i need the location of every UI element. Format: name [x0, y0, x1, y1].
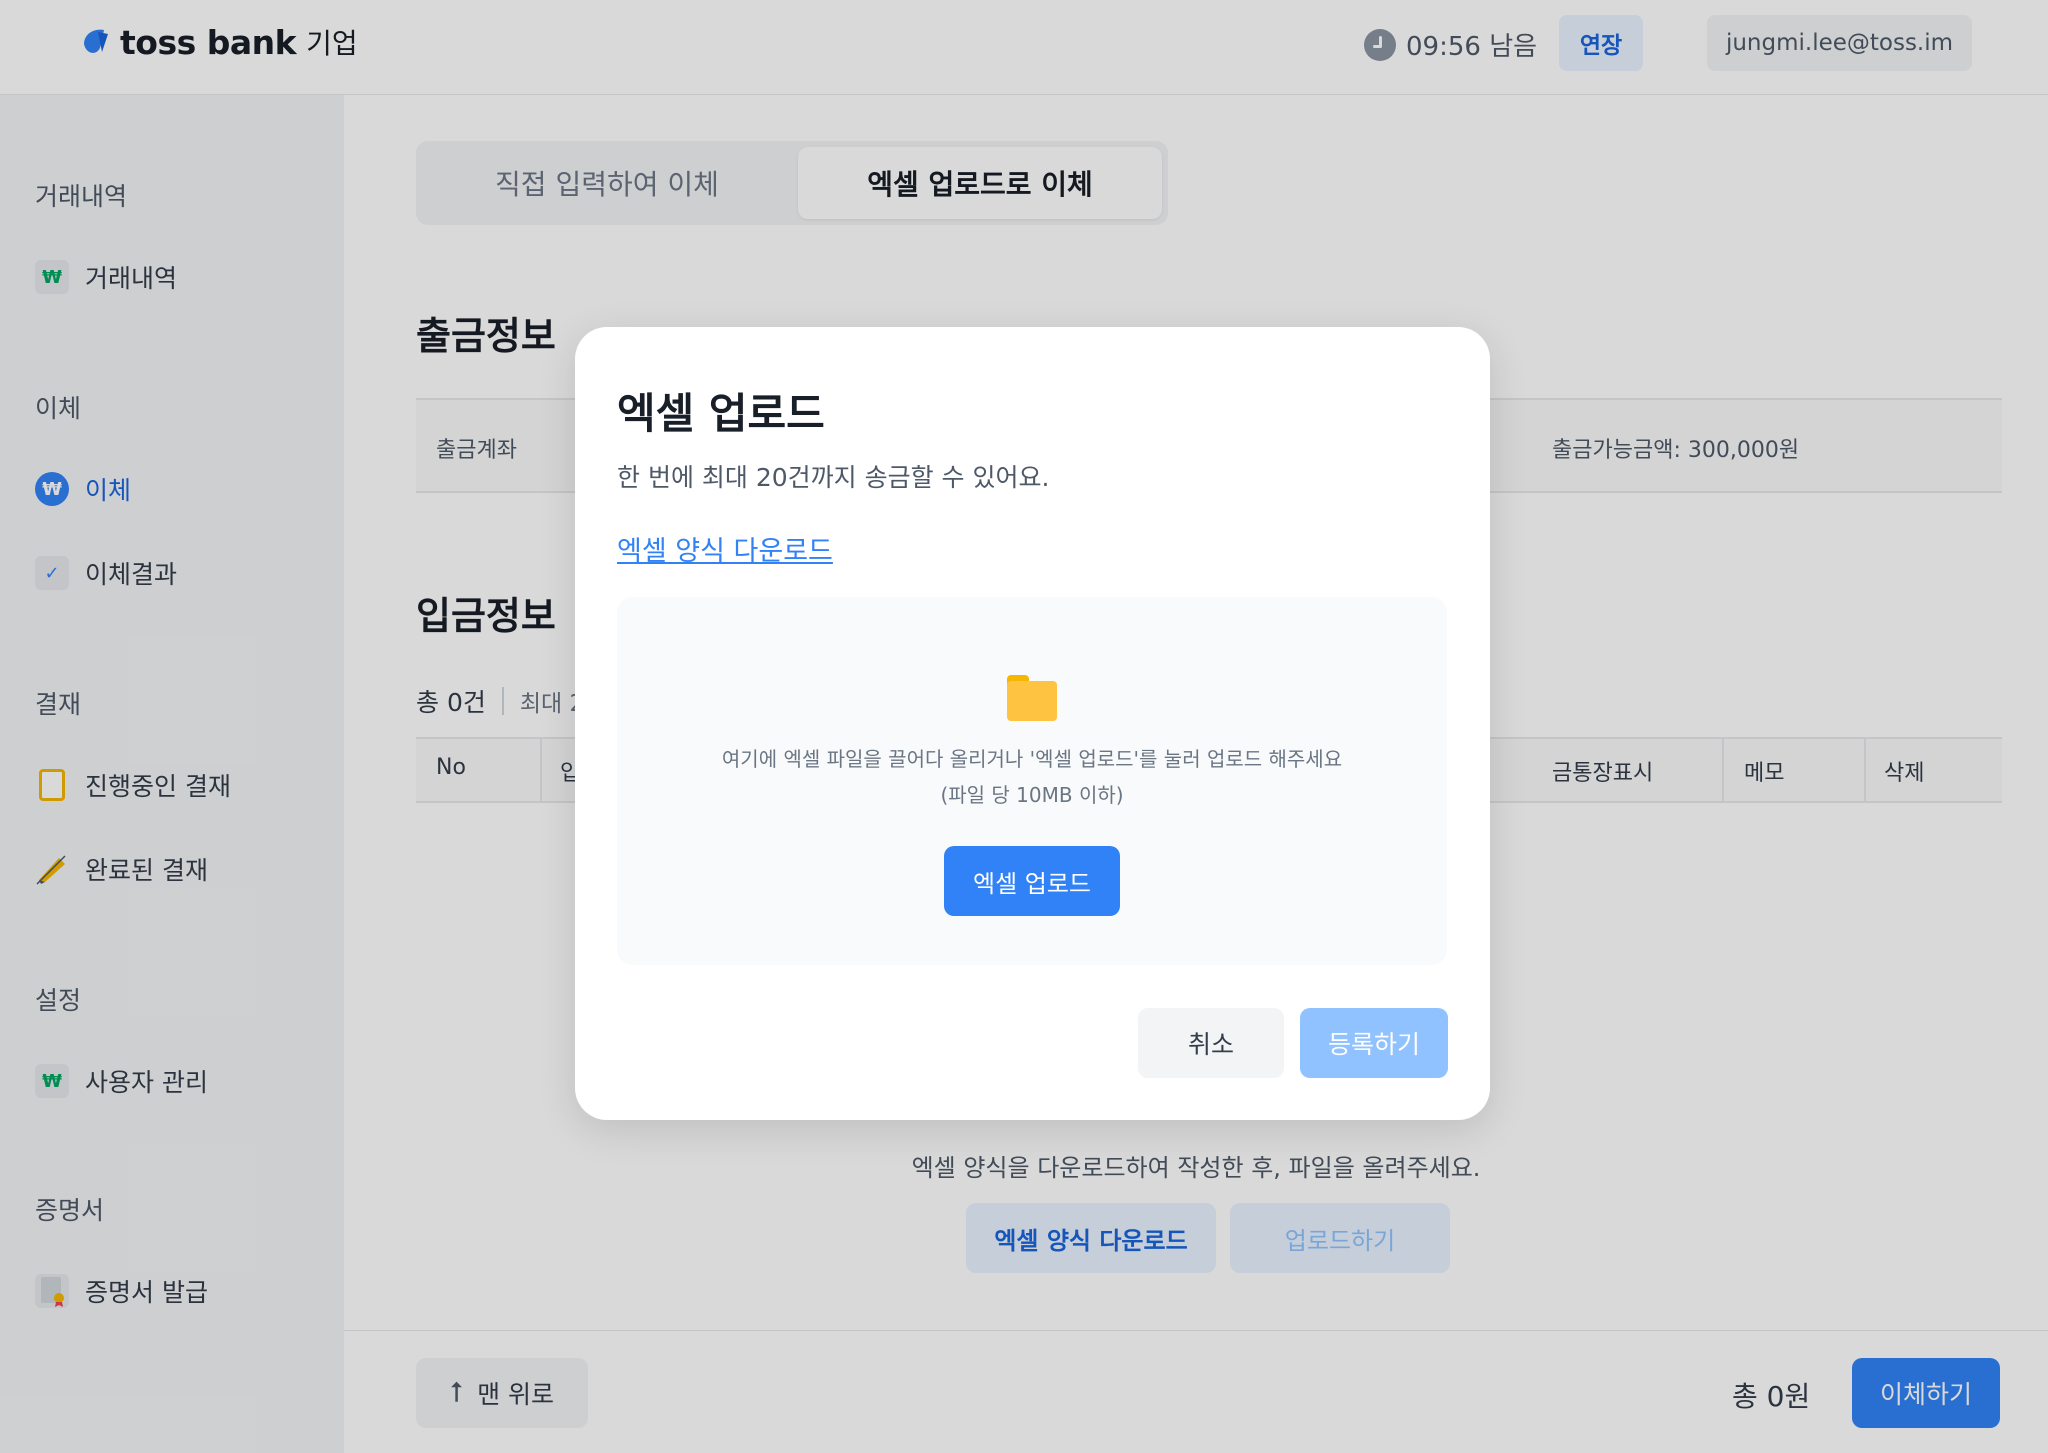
folder-icon	[1007, 675, 1057, 721]
modal-title: 엑셀 업로드	[617, 389, 825, 438]
register-button[interactable]: 등록하기	[1300, 1008, 1448, 1078]
dropzone-instruction: 여기에 엑셀 파일을 끌어다 올리거나 '엑셀 업로드'를 눌러 업로드 해주세…	[721, 747, 1343, 771]
file-dropzone[interactable]: 여기에 엑셀 파일을 끌어다 올리거나 '엑셀 업로드'를 눌러 업로드 해주세…	[617, 597, 1447, 965]
dropzone-text: 여기에 엑셀 파일을 끌어다 올리거나 '엑셀 업로드'를 눌러 업로드 해주세…	[617, 741, 1447, 813]
excel-upload-modal: 엑셀 업로드 한 번에 최대 20건까지 송금할 수 있어요. 엑셀 양식 다운…	[575, 327, 1490, 1120]
excel-upload-button[interactable]: 엑셀 업로드	[944, 846, 1120, 916]
dropzone-size-limit: (파일 당 10MB 이하)	[940, 783, 1124, 807]
cancel-button[interactable]: 취소	[1138, 1008, 1284, 1078]
modal-description: 한 번에 최대 20건까지 송금할 수 있어요.	[617, 463, 1050, 492]
excel-template-download-link[interactable]: 엑셀 양식 다운로드	[617, 529, 833, 568]
